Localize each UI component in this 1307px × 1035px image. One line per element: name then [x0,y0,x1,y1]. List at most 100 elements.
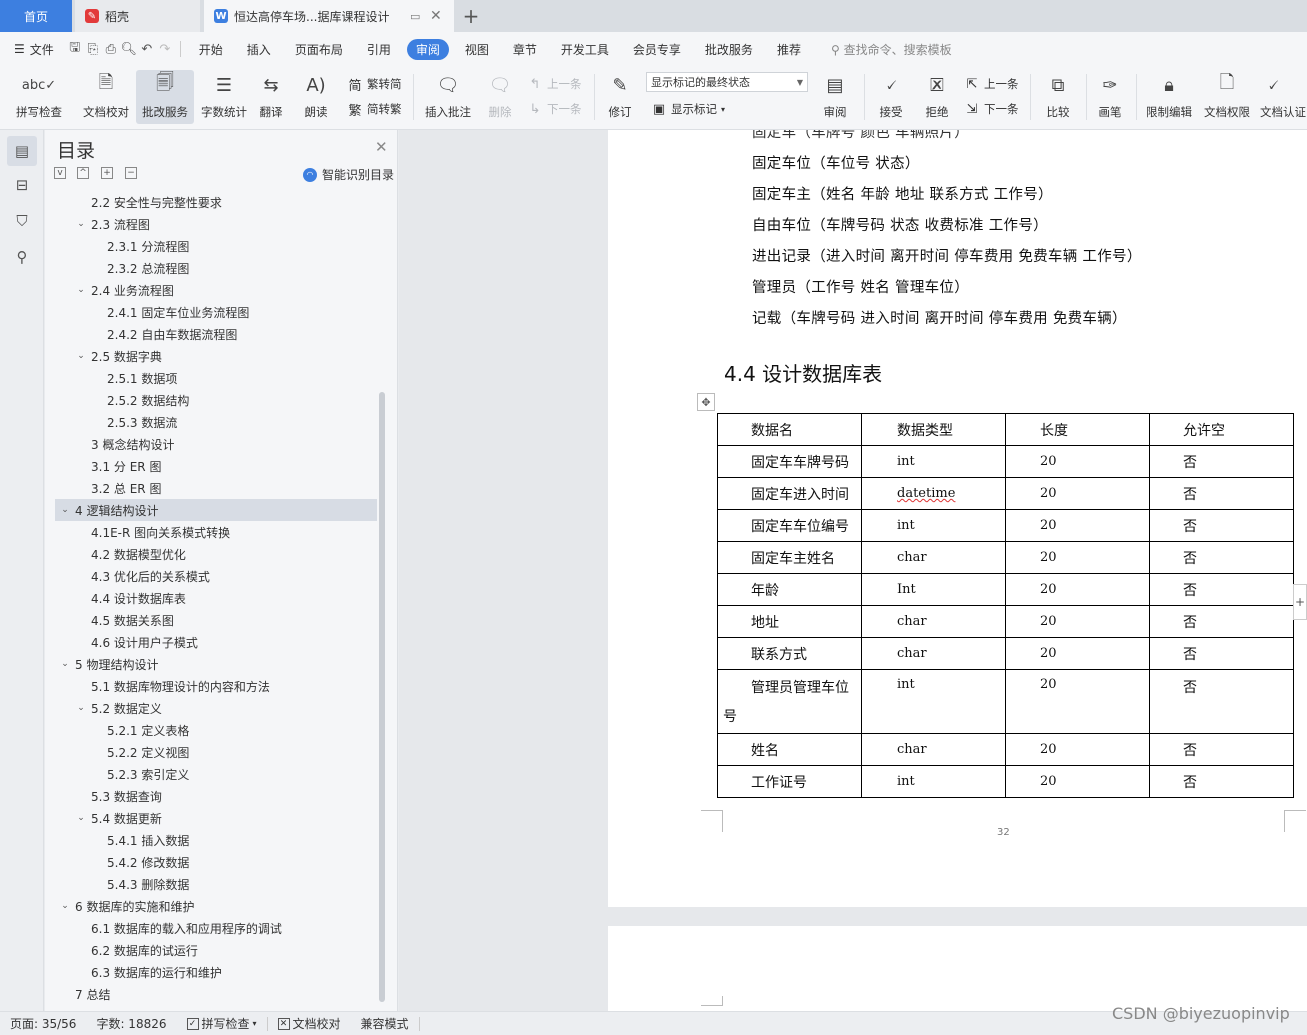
reject-button[interactable]: 🗷 拒绝 [914,70,960,124]
toc-item[interactable]: 5.2.3 索引定义 [55,763,377,785]
menu-devtools[interactable]: 开发工具 [549,38,621,61]
undo-icon[interactable]: ↶ [138,42,156,57]
toc-item[interactable]: 2.3.2 总流程图 [55,257,377,279]
toc-item[interactable]: ⌄ 5.4 数据更新 [55,807,377,829]
table-cell[interactable]: Int [861,573,1006,606]
table-cell[interactable]: 否 [1149,669,1294,734]
toc-item[interactable]: 3.1 分 ER 图 [55,455,377,477]
chevron-down-icon[interactable]: ⌄ [59,659,71,669]
table-cell[interactable]: 联系方式 [717,637,862,670]
table-cell[interactable]: 20 [1005,477,1150,510]
bookmark-icon[interactable]: ⛉ [7,206,37,236]
compare-button[interactable]: ⧉ 比较 [1034,70,1082,124]
word-count-indicator[interactable]: 字数: 18826 [86,1015,176,1032]
trad-to-simp-button[interactable]: 简繁转简 [347,73,401,95]
table-cell[interactable]: 20 [1005,445,1150,478]
toc-item[interactable]: 6.1 数据库的载入和应用程序的调试 [55,917,377,939]
table-cell[interactable]: 20 [1005,605,1150,638]
pen-button[interactable]: ✑ 画笔 [1088,70,1132,124]
delete-comment-button[interactable]: 🗨 删除 [474,70,526,124]
tab-home[interactable]: 首页 [0,0,72,32]
prev-change-button[interactable]: ⇱ 上一条 [964,73,1019,95]
toc-item[interactable]: 2.4.2 自由车数据流程图 [55,323,377,345]
table-cell[interactable]: 固定车进入时间 [717,477,862,510]
doc-proof-button[interactable]: 🗎 文档校对 [77,70,135,124]
simp-to-trad-button[interactable]: 繁简转繁 [347,98,401,120]
table-cell[interactable]: char [861,733,1006,766]
close-tab-icon[interactable]: ✕ [430,8,442,24]
correction-service-button[interactable]: 🗐 批改服务 [136,70,194,124]
table-cell[interactable]: 姓名 [717,733,862,766]
relation-paragraph[interactable]: 固定车位（车位号 状态） [752,152,920,173]
toc-item[interactable]: 2.5.2 数据结构 [55,389,377,411]
table-cell[interactable]: 否 [1149,541,1294,574]
review-pane-button[interactable]: ▤ 审阅 [812,70,858,124]
menu-view[interactable]: 视图 [453,38,501,61]
table-cell[interactable]: 地址 [717,605,862,638]
toc-item[interactable]: 2.5.1 数据项 [55,367,377,389]
smart-toc-button[interactable]: ◠ 智能识别目录 [303,166,394,183]
accept-button[interactable]: 🗸 接受 [868,70,914,124]
insert-comment-button[interactable]: 🗨 插入批注 [419,70,477,124]
toc-item[interactable]: 5.4.2 修改数据 [55,851,377,873]
relation-paragraph[interactable]: 进出记录（进入时间 离开时间 停车费用 免费车辆 工作号） [752,245,1142,266]
toc-item[interactable]: 4.1E-R 图向关系模式转换 [55,521,377,543]
table-cell[interactable]: 固定车车位编号 [717,509,862,542]
doc-proof-status[interactable]: ✕ 文档校对 [268,1015,351,1032]
toc-item[interactable]: 5.4.1 插入数据 [55,829,377,851]
toc-item[interactable]: 5.2.2 定义视图 [55,741,377,763]
print-icon[interactable]: ⎙ [102,42,120,57]
table-cell[interactable]: 20 [1005,765,1150,798]
revise-button[interactable]: ✎ 修订 [598,70,642,124]
review-state-select[interactable]: 显示标记的最终状态 ▼ [646,72,808,92]
page-indicator[interactable]: 页面: 35/56 [0,1015,86,1032]
menu-layout[interactable]: 页面布局 [283,38,355,61]
table-cell[interactable]: 否 [1149,605,1294,638]
toc-item[interactable]: ⌄ 4 逻辑结构设计 [55,499,377,521]
table-cell[interactable]: 否 [1149,733,1294,766]
show-markup-button[interactable]: ▣ 显示标记 ▾ [651,98,725,120]
table-cell[interactable]: char [861,637,1006,670]
table-cell[interactable]: 否 [1149,445,1294,478]
toc-item[interactable]: 2.4.1 固定车位业务流程图 [55,301,377,323]
toc-item[interactable]: 4.6 设计用户子模式 [55,631,377,653]
chevron-down-icon[interactable]: ⌄ [75,285,87,295]
expand-side-icon[interactable]: + [1293,584,1307,620]
chevron-down-icon[interactable]: ⌄ [59,901,71,911]
toc-item[interactable]: 5.4.3 删除数据 [55,873,377,895]
chevron-down-icon[interactable]: ⌄ [75,703,87,713]
toc-item[interactable]: 5.2.1 定义表格 [55,719,377,741]
toc-item[interactable]: 3.2 总 ER 图 [55,477,377,499]
toc-scrollbar[interactable] [379,392,385,1002]
table-cell[interactable]: char [861,605,1006,638]
table-header-cell[interactable]: 数据名 [717,413,862,446]
menu-insert[interactable]: 插入 [235,38,283,61]
table-header-cell[interactable]: 长度 [1005,413,1150,446]
table-cell[interactable]: 20 [1005,733,1150,766]
read-aloud-button[interactable]: A) 朗读 [292,70,340,124]
chevron-down-icon[interactable]: ⌄ [75,219,87,229]
spell-check-status[interactable]: ✓ 拼写检查 ▾ [177,1015,267,1032]
restrict-edit-button[interactable]: 🔒︎ 限制编辑 [1140,70,1198,124]
chevron-down-icon[interactable]: ⌄ [75,813,87,823]
save-icon[interactable]: 🖫 [66,38,84,60]
table-cell[interactable]: 20 [1005,509,1150,542]
toc-item[interactable]: 2.3.1 分流程图 [55,235,377,257]
table-cell[interactable]: 固定车车牌号码 [717,445,862,478]
tab-document[interactable]: W 恒达高停车场...据库课程设计 ▭ ✕ [204,0,454,32]
chapter-nav-icon[interactable]: ⊟ [7,170,37,200]
remove-heading-icon[interactable]: − [125,167,137,179]
toc-item[interactable]: ⌄ 2.4 业务流程图 [55,279,377,301]
relation-paragraph[interactable]: 记载（车牌号码 进入时间 离开时间 停车费用 免费车辆） [752,307,1127,328]
relation-paragraph[interactable]: 固定车主（姓名 年龄 地址 联系方式 工作号） [752,183,1053,204]
menu-references[interactable]: 引用 [355,38,403,61]
table-cell[interactable]: int [861,765,1006,798]
add-heading-icon[interactable]: + [101,167,113,179]
table-cell[interactable]: char [861,541,1006,574]
menu-member[interactable]: 会员专享 [621,38,693,61]
paragraph[interactable]: 固定车（车牌号 颜色 车辆照片） [752,130,969,142]
export-icon[interactable]: ⎘ [84,42,102,57]
toc-item[interactable]: 7 总结 [55,983,377,1005]
table-cell[interactable]: 20 [1005,541,1150,574]
toc-item[interactable]: 3 概念结构设计 [55,433,377,455]
